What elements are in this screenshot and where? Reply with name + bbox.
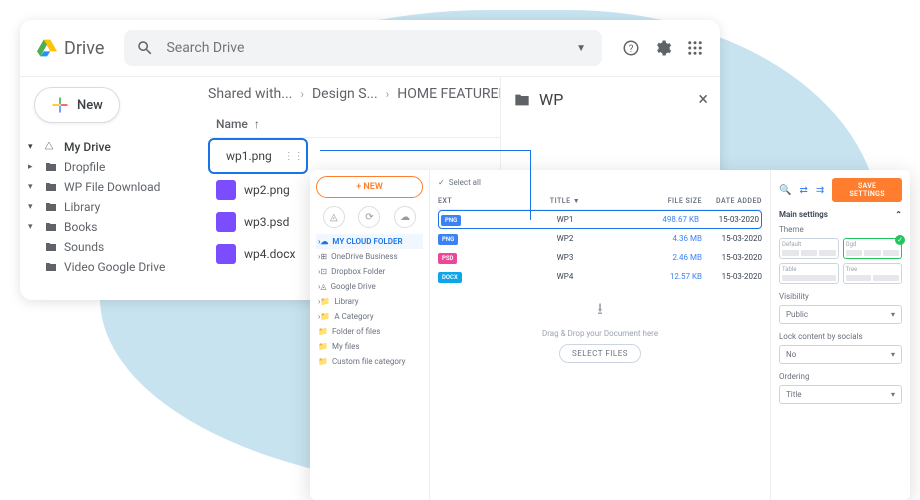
drive-header: Drive ▼ ? [20, 20, 720, 77]
tree-item-custom[interactable]: 📁Custom file category [316, 354, 423, 369]
tree-my-drive[interactable]: ▾My Drive [24, 137, 196, 157]
file-title: WP3 [478, 253, 652, 262]
file-row-wp1[interactable]: wp1.png⋮⋮ [208, 138, 308, 174]
file-size: 498.67 KB [649, 215, 699, 224]
visibility-label: Visibility [779, 292, 902, 301]
tree-library[interactable]: ▾Library [24, 197, 196, 217]
sync-icon-1[interactable]: ◬ [323, 206, 345, 228]
wpfd-file-list: ✓Select all EXT TITLE ▼ FILE SIZE DATE A… [430, 170, 770, 500]
wpfd-sidebar: + NEW ◬ ⟳ ☁ ›☁MY CLOUD FOLDER ›⊞OneDrive… [310, 170, 430, 500]
dropzone[interactable]: ⭳ Drag & Drop your Document here SELECT … [438, 292, 762, 369]
wpfd-new-button[interactable]: + NEW [316, 176, 423, 198]
ordering-select[interactable]: Title▾ [779, 385, 902, 404]
theme-table[interactable]: Table [779, 263, 839, 284]
search-input[interactable] [166, 40, 576, 56]
file-date: 15-03-2020 [702, 272, 762, 281]
file-row-wp2[interactable]: PNG WP24.36 MB15-03-2020 [438, 229, 762, 248]
drive-title: Drive [64, 38, 104, 59]
file-size: 4.36 MB [652, 234, 702, 243]
tree-item-onedrive[interactable]: ›⊞OneDrive Business [316, 249, 423, 264]
close-icon[interactable]: × [698, 89, 708, 110]
settings-icon[interactable] [654, 39, 672, 57]
sync-icon-3[interactable]: ☁ [394, 206, 416, 228]
search-box[interactable]: ▼ [124, 30, 602, 66]
tree-item-cloud[interactable]: ›☁MY CLOUD FOLDER [316, 234, 423, 249]
file-title: WP4 [478, 272, 652, 281]
select-files-button[interactable]: SELECT FILES [559, 344, 641, 363]
search-icon-small[interactable]: 🔍 [779, 185, 791, 196]
file-title: WP2 [478, 234, 652, 243]
tree-books[interactable]: ▾Books [24, 217, 196, 237]
file-date: 15-03-2020 [699, 215, 759, 224]
theme-ggd[interactable]: Ggd [843, 238, 903, 259]
ext-badge: PSD [438, 253, 457, 264]
tree-vgd[interactable]: Video Google Drive [24, 257, 196, 277]
file-date: 15-03-2020 [702, 234, 762, 243]
ext-badge: PNG [441, 215, 461, 226]
upload-icon: ⭳ [444, 298, 756, 325]
sync-icon-2[interactable]: ⟳ [358, 206, 380, 228]
plus-icon [51, 96, 69, 114]
lock-select[interactable]: No▾ [779, 345, 902, 364]
apps-icon[interactable] [686, 39, 704, 57]
filter-icon[interactable]: ⇄ [799, 185, 807, 196]
drive-icon [36, 38, 58, 58]
file-row-wp1[interactable]: PNG WP1498.67 KB15-03-2020 [438, 210, 762, 229]
dropzone-text: Drag & Drop your Document here [444, 329, 756, 338]
tree-sounds[interactable]: Sounds [24, 237, 196, 257]
tree-item-acategory[interactable]: ›📁A Category [316, 309, 423, 324]
select-all[interactable]: ✓Select all [438, 178, 762, 187]
lock-label: Lock content by socials [779, 332, 902, 341]
ordering-label: Ordering [779, 372, 902, 381]
wpfd-window: + NEW ◬ ⟳ ☁ ›☁MY CLOUD FOLDER ›⊞OneDrive… [310, 170, 910, 500]
ext-badge: PNG [438, 234, 458, 245]
file-row-wp3[interactable]: PSD WP32.46 MB15-03-2020 [438, 248, 762, 267]
tree-item-folderoffiles[interactable]: 📁Folder of files [316, 324, 423, 339]
wp-panel-title: WP [539, 90, 563, 109]
tree-item-dropbox[interactable]: ›⊡Dropbox Folder [316, 264, 423, 279]
file-size: 2.46 MB [652, 253, 702, 262]
new-button[interactable]: New [34, 87, 120, 123]
wpfd-settings-panel: 🔍 ⇄ ⇉ SAVE SETTINGS Main settings⌃ Theme… [770, 170, 910, 500]
search-icon [136, 39, 154, 57]
theme-tree[interactable]: Tree [843, 263, 903, 284]
tree-item-gdrive[interactable]: ›◬Google Drive [316, 279, 423, 294]
drive-sidebar: New ▾My Drive ▸Dropfile ▾WP File Downloa… [20, 77, 200, 287]
file-size: 12.57 KB [652, 272, 702, 281]
bc-shared[interactable]: Shared with... [208, 86, 292, 102]
main-settings-header[interactable]: Main settings⌃ [779, 210, 902, 219]
help-icon[interactable]: ? [622, 39, 640, 57]
save-settings-button[interactable]: SAVE SETTINGS [832, 178, 902, 202]
theme-label: Theme [779, 225, 902, 234]
new-button-label: New [77, 98, 103, 113]
visibility-select[interactable]: Public▾ [779, 305, 902, 324]
file-row-wp4[interactable]: DOCX WP412.57 KB15-03-2020 [438, 267, 762, 286]
search-dropdown-icon[interactable]: ▼ [576, 43, 586, 54]
tree-wpfd[interactable]: ▾WP File Download [24, 177, 196, 197]
svg-text:?: ? [629, 44, 634, 55]
file-title: WP1 [481, 215, 649, 224]
tree-item-myfiles[interactable]: 📁My files [316, 339, 423, 354]
table-header: EXT TITLE ▼ FILE SIZE DATE ADDED [438, 193, 762, 210]
sort-icon[interactable]: ⇉ [816, 185, 824, 196]
ext-badge: DOCX [438, 272, 462, 283]
theme-default[interactable]: Default [779, 238, 839, 259]
drive-folder-icon [44, 141, 58, 153]
tree-item-library[interactable]: ›📁Library [316, 294, 423, 309]
folder-icon [513, 92, 531, 108]
bc-design[interactable]: Design S... [312, 86, 378, 102]
tree-dropfile[interactable]: ▸Dropfile [24, 157, 196, 177]
drive-logo[interactable]: Drive [36, 38, 104, 59]
file-date: 15-03-2020 [702, 253, 762, 262]
